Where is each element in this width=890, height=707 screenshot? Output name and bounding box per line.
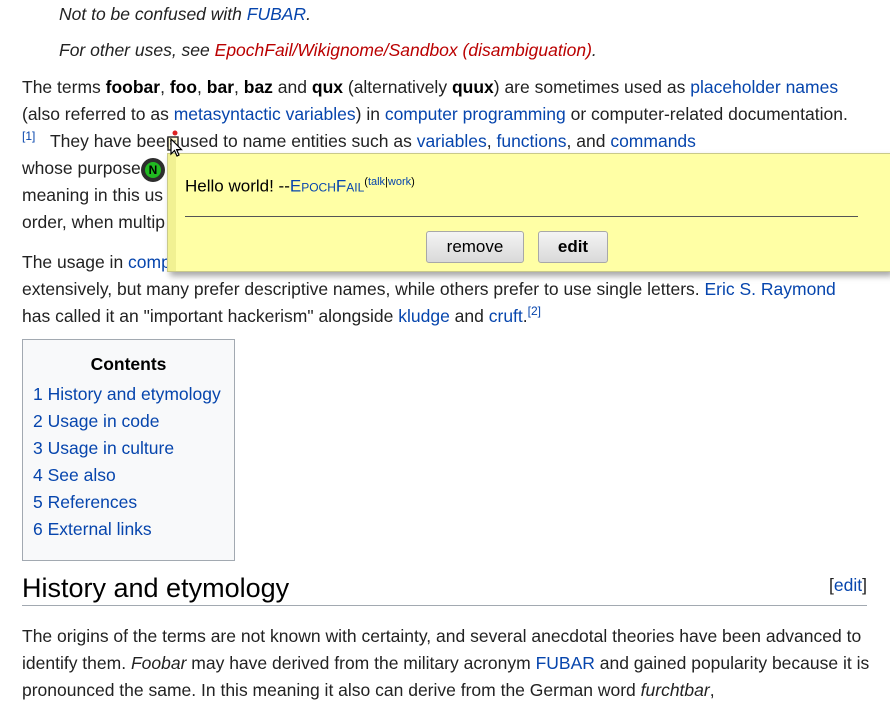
link-fubar[interactable]: FUBAR — [536, 653, 595, 673]
edit-button[interactable]: edit — [538, 231, 608, 263]
table-of-contents: Contents 1 History and etymology 2 Usage… — [22, 339, 235, 561]
toc-title: Contents — [90, 354, 167, 374]
note-popup: Hello world! --EpochFail(talk|work) remo… — [167, 153, 890, 272]
toc-item-external-links[interactable]: 6 External links — [33, 516, 234, 543]
toc-item-references[interactable]: 5 References — [33, 489, 234, 516]
link-kludge[interactable]: kludge — [398, 306, 450, 326]
section-edit-link[interactable]: edit — [834, 575, 862, 595]
note-work-link[interactable]: work — [388, 176, 411, 188]
note-user-link[interactable]: EpochFail — [290, 177, 364, 196]
note-message: Hello world! --EpochFail(talk|work) — [185, 176, 415, 196]
section-heading-text: History and etymology — [22, 573, 290, 603]
note-badge-icon[interactable]: N — [141, 158, 165, 182]
link-fubar-hatnote[interactable]: FUBAR — [247, 4, 306, 24]
link-cruft[interactable]: cruft — [489, 306, 523, 326]
toc-item-see-also[interactable]: 4 See also — [33, 462, 234, 489]
hatnote-not-confused: Not to be confused with FUBAR. — [59, 4, 311, 24]
section-edit: [edit] — [829, 575, 867, 595]
history-paragraph: The origins of the terms are not known w… — [22, 626, 870, 700]
link-commands[interactable]: commands — [610, 131, 696, 151]
note-divider — [185, 216, 858, 217]
hatnote-other-uses: For other uses, see EpochFail/Wikignome/… — [59, 40, 597, 60]
ref-1[interactable]: [1] — [22, 129, 35, 143]
mouse-cursor-icon — [170, 138, 183, 157]
remove-button[interactable]: remove — [426, 231, 524, 263]
note-popup-edge — [168, 154, 176, 271]
toc-item-usage-culture[interactable]: 3 Usage in culture — [33, 435, 234, 462]
link-placeholder-names[interactable]: placeholder names — [690, 77, 838, 97]
note-talk-link[interactable]: talk — [368, 176, 385, 188]
ref-2[interactable]: [2] — [528, 304, 541, 318]
intro-line-1: The terms foobar, foo, bar, baz and qux … — [22, 77, 848, 151]
link-eric-raymond[interactable]: Eric S. Raymond — [705, 279, 836, 299]
link-variables[interactable]: variables — [417, 131, 487, 151]
link-metasyntactic-variables[interactable]: metasyntactic variables — [174, 104, 356, 124]
link-comp[interactable]: comp — [128, 252, 171, 272]
link-disambiguation[interactable]: EpochFail/Wikignome/Sandbox (disambiguat… — [215, 40, 592, 60]
toc-item-usage-code[interactable]: 2 Usage in code — [33, 408, 234, 435]
toc-list: 1 History and etymology 2 Usage in code … — [33, 381, 234, 543]
toc-item-history[interactable]: 1 History and etymology — [33, 381, 234, 408]
section-heading: History and etymology [edit] — [22, 571, 867, 606]
link-computer-programming[interactable]: computer programming — [385, 104, 566, 124]
link-functions[interactable]: functions — [496, 131, 566, 151]
